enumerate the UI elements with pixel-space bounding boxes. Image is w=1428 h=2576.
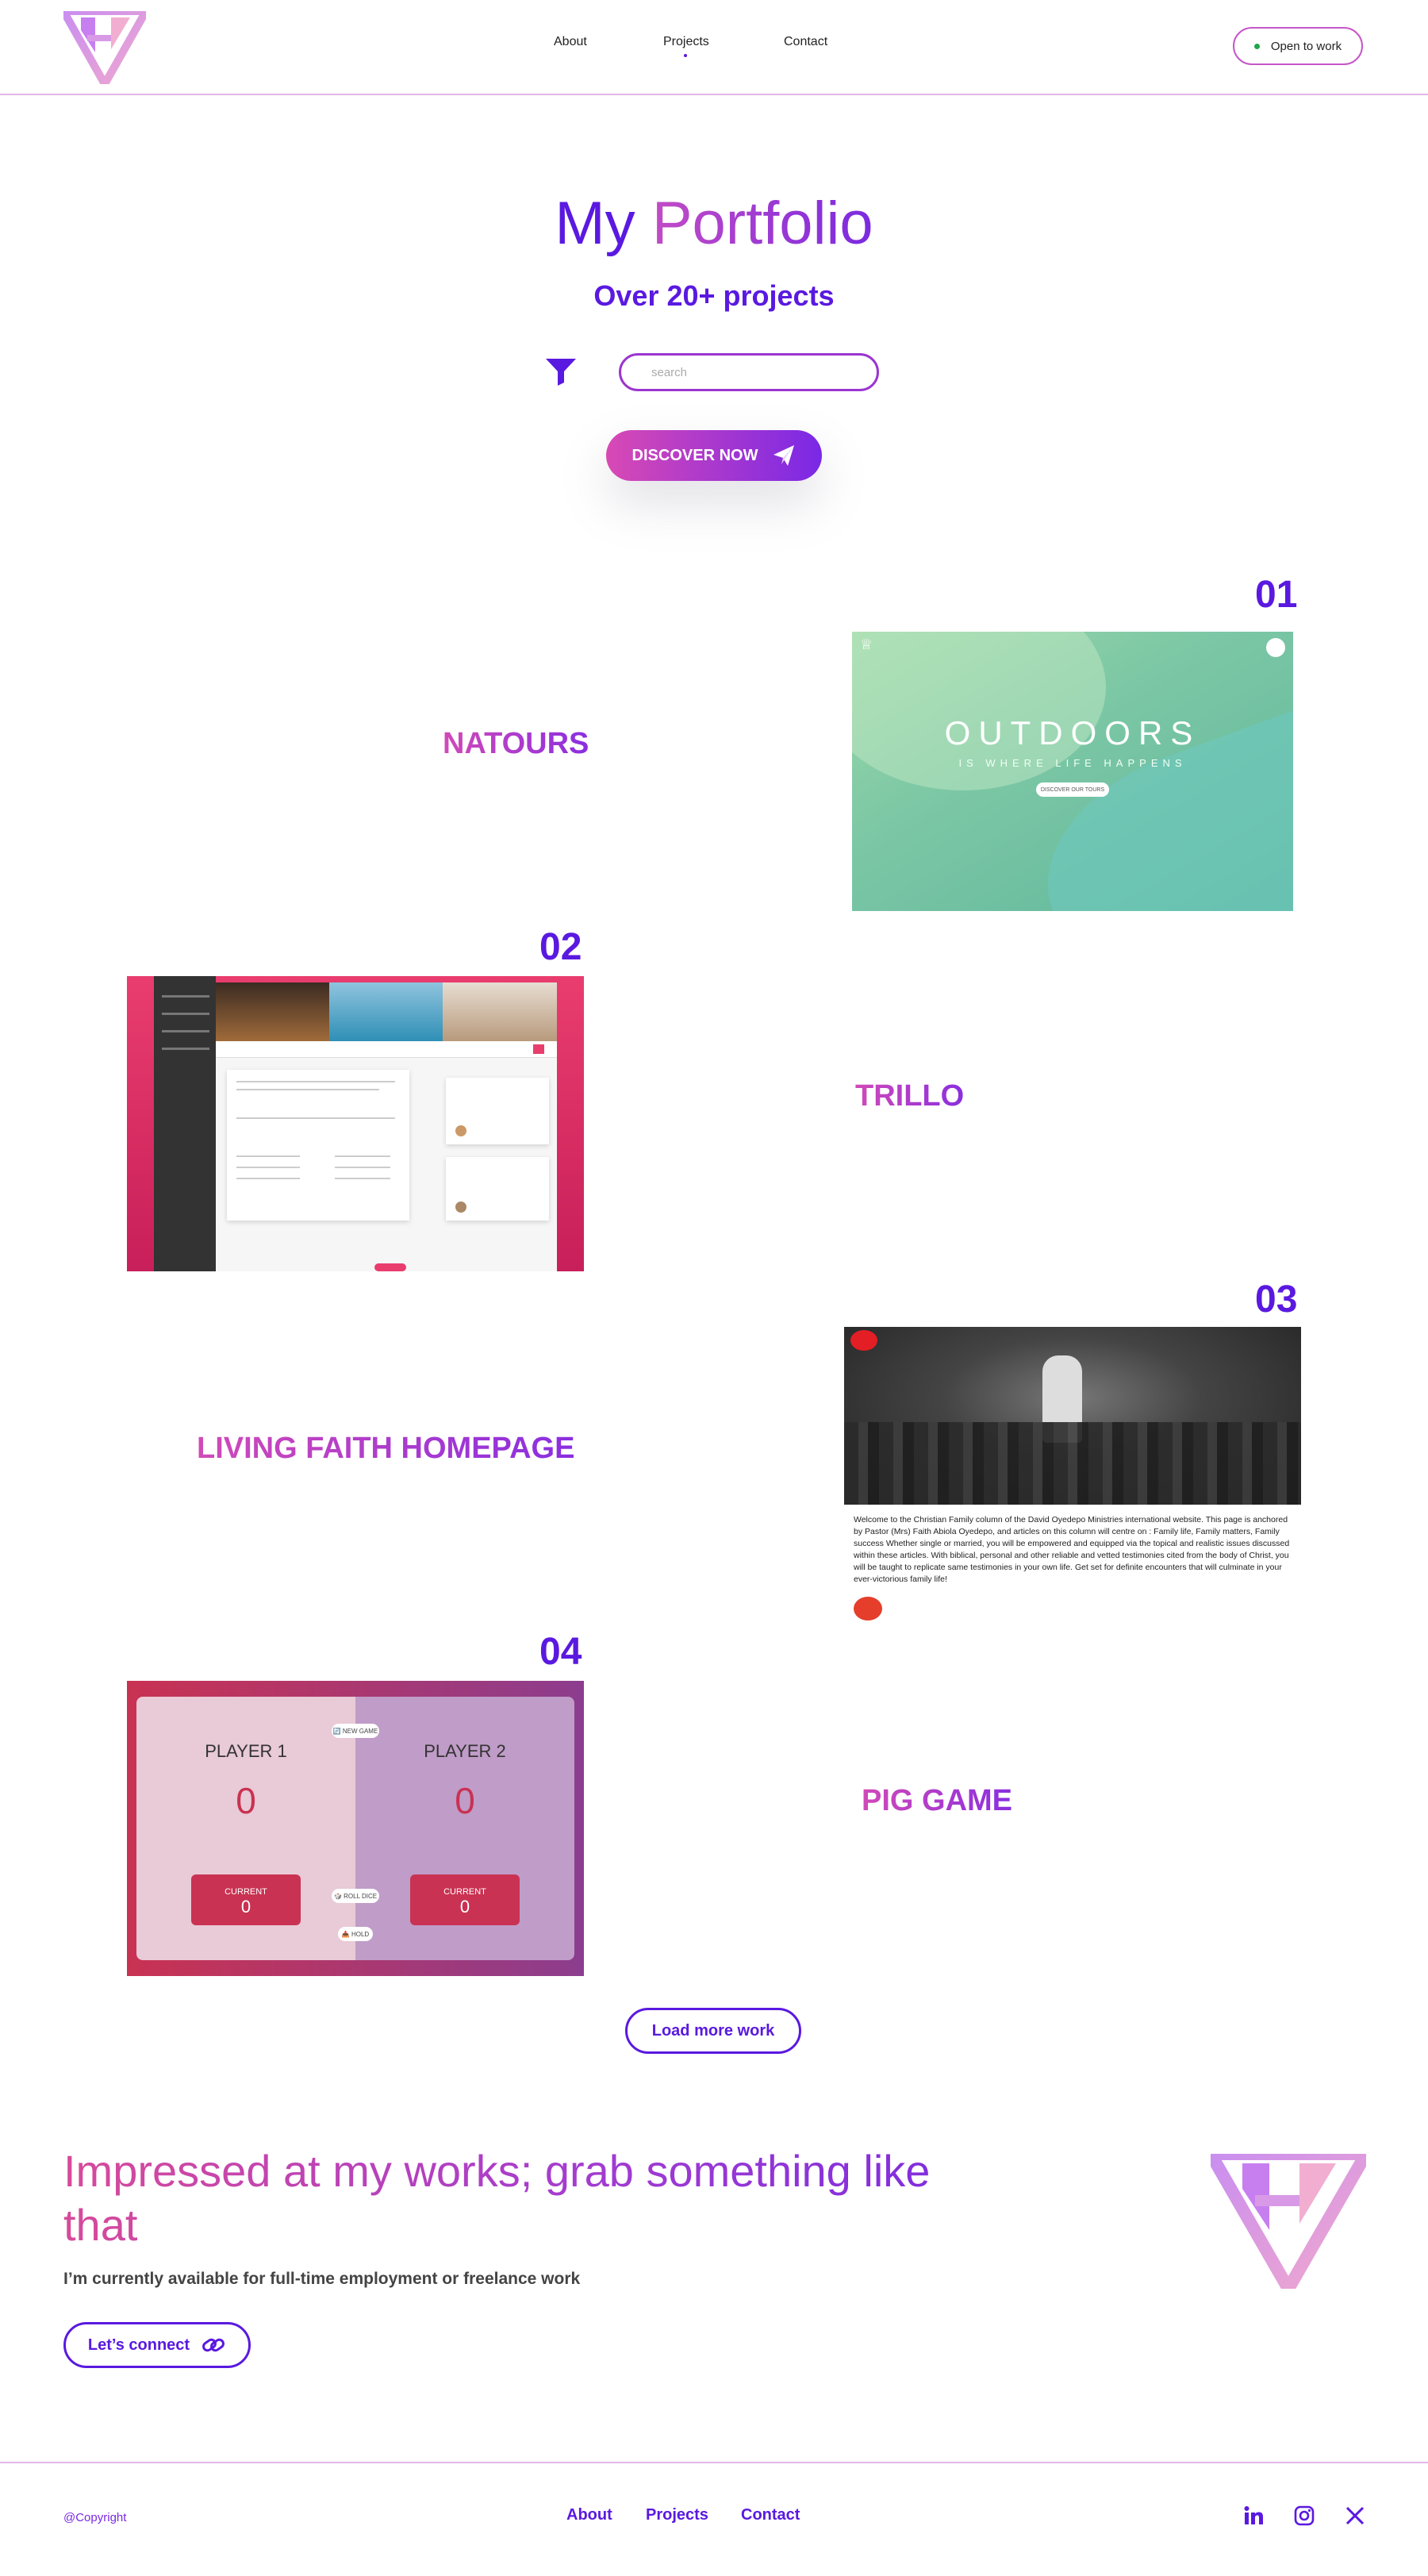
natours-logo-icon: ♕ — [860, 636, 873, 652]
nav-active-indicator — [684, 54, 687, 57]
project-number: 02 — [539, 926, 582, 968]
preview-board: PLAYER 1 0 CURRENT 0 PLAYER 2 0 CURRENT … — [136, 1697, 574, 1960]
player1-panel: PLAYER 1 0 CURRENT 0 — [136, 1697, 355, 1960]
nav-projects[interactable]: Projects — [663, 35, 709, 49]
project-title-trillo[interactable]: TRILLO — [855, 1079, 964, 1113]
project-title-living-faith[interactable]: LIVING FAITH HOMEPAGE — [197, 1432, 574, 1466]
natours-tagline: IS WHERE LIFE HAPPENS — [958, 757, 1187, 769]
hv-monogram-logo-large — [1211, 2154, 1366, 2289]
status-dot-icon — [1253, 43, 1260, 49]
footer-link-contact[interactable]: Contact — [741, 2506, 800, 2524]
project-number: 01 — [1255, 574, 1298, 616]
player2-current-box: CURRENT 0 — [410, 1874, 520, 1925]
natours-discover-button: DISCOVER OUR TOURS — [1036, 782, 1109, 797]
copyright-text: @Copyright — [63, 2511, 127, 2524]
preview-crowd — [844, 1422, 1301, 1505]
project-number: 04 — [539, 1631, 582, 1673]
footer-divider — [0, 2462, 1428, 2463]
title-part-portfolio: Portfolio — [651, 190, 873, 257]
natours-headline: OUTDOORS — [944, 714, 1201, 752]
current-label: CURRENT — [225, 1887, 267, 1897]
paper-plane-icon — [774, 445, 795, 466]
project-title-pig-game[interactable]: PIG GAME — [862, 1784, 1012, 1818]
preview-main — [216, 982, 557, 1271]
lets-connect-button[interactable]: Let’s connect — [63, 2322, 251, 2368]
project-number: 03 — [1255, 1278, 1298, 1321]
living-faith-preview-image[interactable]: Welcome to the Christian Family column o… — [844, 1327, 1301, 1622]
current-value: 0 — [240, 1897, 251, 1917]
page-title: My Portfolio — [0, 189, 1428, 258]
chat-bubble-icon — [854, 1597, 882, 1621]
player1-current-box: CURRENT 0 — [191, 1874, 301, 1925]
open-to-work-button[interactable]: Open to work — [1233, 27, 1363, 65]
trillo-preview-image[interactable] — [127, 976, 584, 1271]
preview-sidebar — [154, 976, 216, 1271]
hv-monogram-logo[interactable] — [63, 11, 146, 84]
nav-about[interactable]: About — [554, 35, 587, 49]
site-header: About Projects Contact Open to work — [0, 0, 1428, 95]
cta-title: Impressed at my works; grab something li… — [63, 2144, 1015, 2252]
search-input[interactable] — [619, 353, 879, 391]
page-subtitle: Over 20+ projects — [593, 279, 835, 312]
project-title-natours[interactable]: NATOURS — [443, 727, 589, 761]
discover-now-label: DISCOVER NOW — [631, 446, 758, 464]
cta-subtitle: I’m currently available for full-time em… — [63, 2270, 581, 2288]
living-faith-paragraph: Welcome to the Christian Family column o… — [854, 1515, 1290, 1584]
menu-icon — [1266, 638, 1285, 657]
link-icon — [202, 2338, 225, 2352]
natours-preview-image[interactable]: ♕ OUTDOORS IS WHERE LIFE HAPPENS DISCOVE… — [852, 632, 1293, 911]
current-label: CURRENT — [443, 1887, 486, 1897]
player2-panel: PLAYER 2 0 CURRENT 0 — [355, 1697, 574, 1960]
player2-score: 0 — [455, 1780, 475, 1821]
footer-link-about[interactable]: About — [566, 2506, 612, 2524]
instagram-icon[interactable] — [1293, 2505, 1315, 2527]
title-part-my: My — [555, 190, 635, 257]
current-value: 0 — [459, 1897, 470, 1917]
living-faith-logo-icon — [850, 1330, 877, 1351]
roll-dice-pill: 🎲 ROLL DICE — [332, 1889, 379, 1903]
nav-contact[interactable]: Contact — [784, 35, 827, 49]
pig-game-preview-image[interactable]: PLAYER 1 0 CURRENT 0 PLAYER 2 0 CURRENT … — [127, 1681, 584, 1976]
open-to-work-label: Open to work — [1270, 39, 1342, 53]
hold-pill: 📥 HOLD — [338, 1927, 373, 1941]
linkedin-icon[interactable] — [1242, 2505, 1265, 2527]
player1-score: 0 — [236, 1780, 256, 1821]
x-icon[interactable] — [1344, 2505, 1366, 2527]
player2-name: PLAYER 2 — [424, 1741, 506, 1761]
discover-now-button[interactable]: DISCOVER NOW — [606, 430, 822, 481]
footer-link-projects[interactable]: Projects — [646, 2506, 708, 2524]
lets-connect-label: Let’s connect — [87, 2336, 190, 2354]
new-game-pill: 🔄 NEW GAME — [332, 1724, 379, 1738]
funnel-icon[interactable] — [546, 359, 576, 386]
player1-name: PLAYER 1 — [205, 1741, 287, 1761]
load-more-button[interactable]: Load more work — [625, 2008, 801, 2054]
